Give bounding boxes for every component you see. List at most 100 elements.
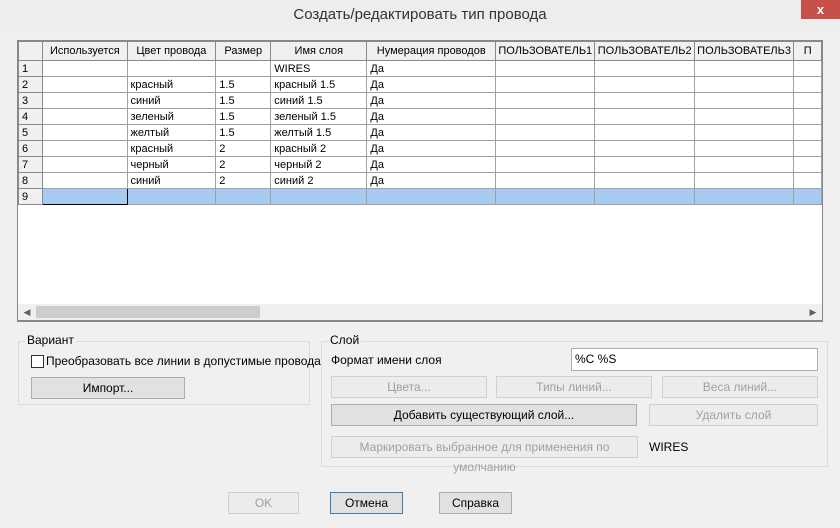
cell-size[interactable]: 1.5	[215, 92, 272, 109]
column-header[interactable]: П	[793, 41, 822, 61]
cell-numbering[interactable]: Да	[366, 124, 497, 141]
cell-used[interactable]	[42, 92, 128, 109]
column-header[interactable]: Имя слоя	[270, 41, 368, 61]
table-row[interactable]: 5 желтый 1.5 желтый 1.5 Да	[18, 124, 822, 141]
cell-numbering[interactable]: Да	[366, 108, 497, 125]
cell-used[interactable]	[42, 188, 128, 205]
row-number[interactable]: 9	[18, 188, 44, 205]
cell-user3[interactable]	[693, 172, 795, 189]
cell-layer[interactable]: синий 1.5	[270, 92, 368, 109]
column-header[interactable]: Нумерация проводов	[366, 41, 497, 61]
cell-user2[interactable]	[594, 140, 695, 157]
delete-layer-button[interactable]: Удалить слой	[649, 404, 818, 426]
column-header[interactable]: ПОЛЬЗОВАТЕЛЬ1	[495, 41, 596, 61]
cell-numbering[interactable]	[366, 188, 497, 205]
cell-user3[interactable]	[693, 108, 795, 125]
cell-layer[interactable]: синий 2	[270, 172, 368, 189]
cell-user4[interactable]	[793, 124, 822, 141]
cell-used[interactable]	[42, 108, 128, 125]
help-button[interactable]: Справка	[439, 492, 512, 514]
cell-color[interactable]: красный	[126, 76, 217, 93]
colors-button[interactable]: Цвета...	[331, 376, 487, 398]
close-button[interactable]: x	[801, 0, 840, 19]
add-existing-layer-button[interactable]: Добавить существующий слой...	[331, 404, 637, 426]
cell-size[interactable]	[215, 60, 272, 77]
wire-type-grid[interactable]: Используется Цвет провода Размер Имя сло…	[17, 40, 823, 322]
import-button[interactable]: Импорт...	[31, 377, 185, 399]
cell-color[interactable]	[126, 60, 217, 77]
cell-numbering[interactable]: Да	[366, 172, 497, 189]
table-row-selected[interactable]: 9	[18, 188, 822, 205]
scroll-left-icon[interactable]: ◀	[19, 305, 35, 319]
cell-layer[interactable]: зеленый 1.5	[270, 108, 368, 125]
cell-used[interactable]	[42, 124, 128, 141]
cell-user2[interactable]	[594, 92, 695, 109]
convert-lines-checkbox[interactable]	[31, 355, 44, 368]
cell-user4[interactable]	[793, 92, 822, 109]
cell-user3[interactable]	[693, 92, 795, 109]
cell-used[interactable]	[42, 60, 128, 77]
cell-size[interactable]: 2	[215, 156, 272, 173]
mark-default-button[interactable]: Маркировать выбранное для применения по …	[331, 436, 638, 474]
cell-user4[interactable]	[793, 76, 822, 93]
cell-user3[interactable]	[693, 156, 795, 173]
convert-lines-label[interactable]: Преобразовать все линии в допустимые про…	[46, 354, 321, 368]
cell-user4[interactable]	[793, 140, 822, 157]
cell-size[interactable]	[215, 188, 272, 205]
cell-user4[interactable]	[793, 172, 822, 189]
cell-user2[interactable]	[594, 76, 695, 93]
table-row[interactable]: 6 красный 2 красный 2 Да	[18, 140, 822, 157]
column-header[interactable]: Используется	[42, 41, 128, 61]
cell-user2[interactable]	[594, 188, 695, 205]
cell-used[interactable]	[42, 172, 128, 189]
cell-size[interactable]: 1.5	[215, 76, 272, 93]
cell-user3[interactable]	[693, 60, 795, 77]
cell-layer[interactable]: красный 2	[270, 140, 368, 157]
row-number[interactable]: 1	[18, 60, 44, 77]
cell-size[interactable]: 1.5	[215, 108, 272, 125]
table-row[interactable]: 4 зеленый 1.5 зеленый 1.5 Да	[18, 108, 822, 125]
cell-color[interactable]: желтый	[126, 124, 217, 141]
horizontal-scrollbar[interactable]: ◀ ▶	[17, 304, 823, 321]
cell-user1[interactable]	[495, 92, 596, 109]
cell-user2[interactable]	[594, 108, 695, 125]
cell-color[interactable]: синий	[126, 92, 217, 109]
table-row[interactable]: 1 WIRES Да	[18, 60, 822, 77]
row-number[interactable]: 3	[18, 92, 44, 109]
column-header[interactable]: Цвет провода	[126, 41, 217, 61]
cell-color[interactable]	[126, 188, 217, 205]
cell-user2[interactable]	[594, 172, 695, 189]
linetypes-button[interactable]: Типы линий...	[496, 376, 652, 398]
cell-user1[interactable]	[495, 140, 596, 157]
table-row[interactable]: 3 синий 1.5 синий 1.5 Да	[18, 92, 822, 109]
cell-used[interactable]	[42, 156, 128, 173]
row-number[interactable]: 8	[18, 172, 44, 189]
row-number[interactable]: 2	[18, 76, 44, 93]
cell-layer[interactable]: черный 2	[270, 156, 368, 173]
cell-numbering[interactable]: Да	[366, 156, 497, 173]
cell-user1[interactable]	[495, 156, 596, 173]
cell-user1[interactable]	[495, 188, 596, 205]
cell-layer[interactable]: красный 1.5	[270, 76, 368, 93]
cell-user2[interactable]	[594, 124, 695, 141]
cell-color[interactable]: зеленый	[126, 108, 217, 125]
cell-size[interactable]: 1.5	[215, 124, 272, 141]
column-header[interactable]: Размер	[215, 41, 272, 61]
cell-size[interactable]: 2	[215, 140, 272, 157]
cell-size[interactable]: 2	[215, 172, 272, 189]
row-number[interactable]: 7	[18, 156, 44, 173]
layer-format-input[interactable]: %C %S	[571, 348, 818, 371]
cell-user4[interactable]	[793, 60, 822, 77]
cell-user3[interactable]	[693, 76, 795, 93]
cell-user1[interactable]	[495, 172, 596, 189]
cell-user4[interactable]	[793, 156, 822, 173]
table-row[interactable]: 7 черный 2 черный 2 Да	[18, 156, 822, 173]
cell-user2[interactable]	[594, 156, 695, 173]
cell-layer[interactable]: желтый 1.5	[270, 124, 368, 141]
row-number[interactable]: 6	[18, 140, 44, 157]
column-header[interactable]: ПОЛЬЗОВАТЕЛЬ3	[693, 41, 795, 61]
cell-used[interactable]	[42, 140, 128, 157]
cell-user2[interactable]	[594, 60, 695, 77]
cell-layer[interactable]	[270, 188, 368, 205]
cell-color[interactable]: черный	[126, 156, 217, 173]
